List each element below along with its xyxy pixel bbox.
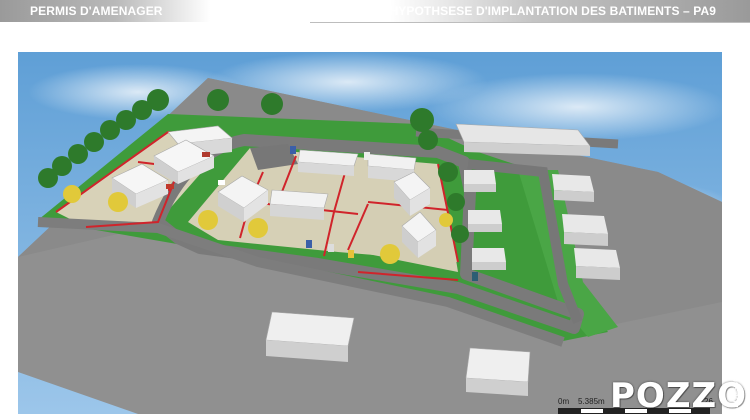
header-divider <box>310 22 750 23</box>
document-type-title: PERMIS D'AMENAGER <box>30 4 163 18</box>
site-render-svg <box>18 52 722 414</box>
scale-mid-label: 5.385m <box>578 397 605 406</box>
company-logo: POZZO <box>610 376 748 416</box>
scale-start-label: 0m <box>558 397 570 406</box>
page-header: PERMIS D'AMENAGER HYPOTHSESE D'IMPLANTAT… <box>0 0 750 24</box>
site-3d-render <box>18 52 722 414</box>
sheet-title: HYPOTHSESE D'IMPLANTATION DES BATIMENTS … <box>389 4 716 18</box>
project-side-label: Lotissement privé <box>730 329 741 408</box>
